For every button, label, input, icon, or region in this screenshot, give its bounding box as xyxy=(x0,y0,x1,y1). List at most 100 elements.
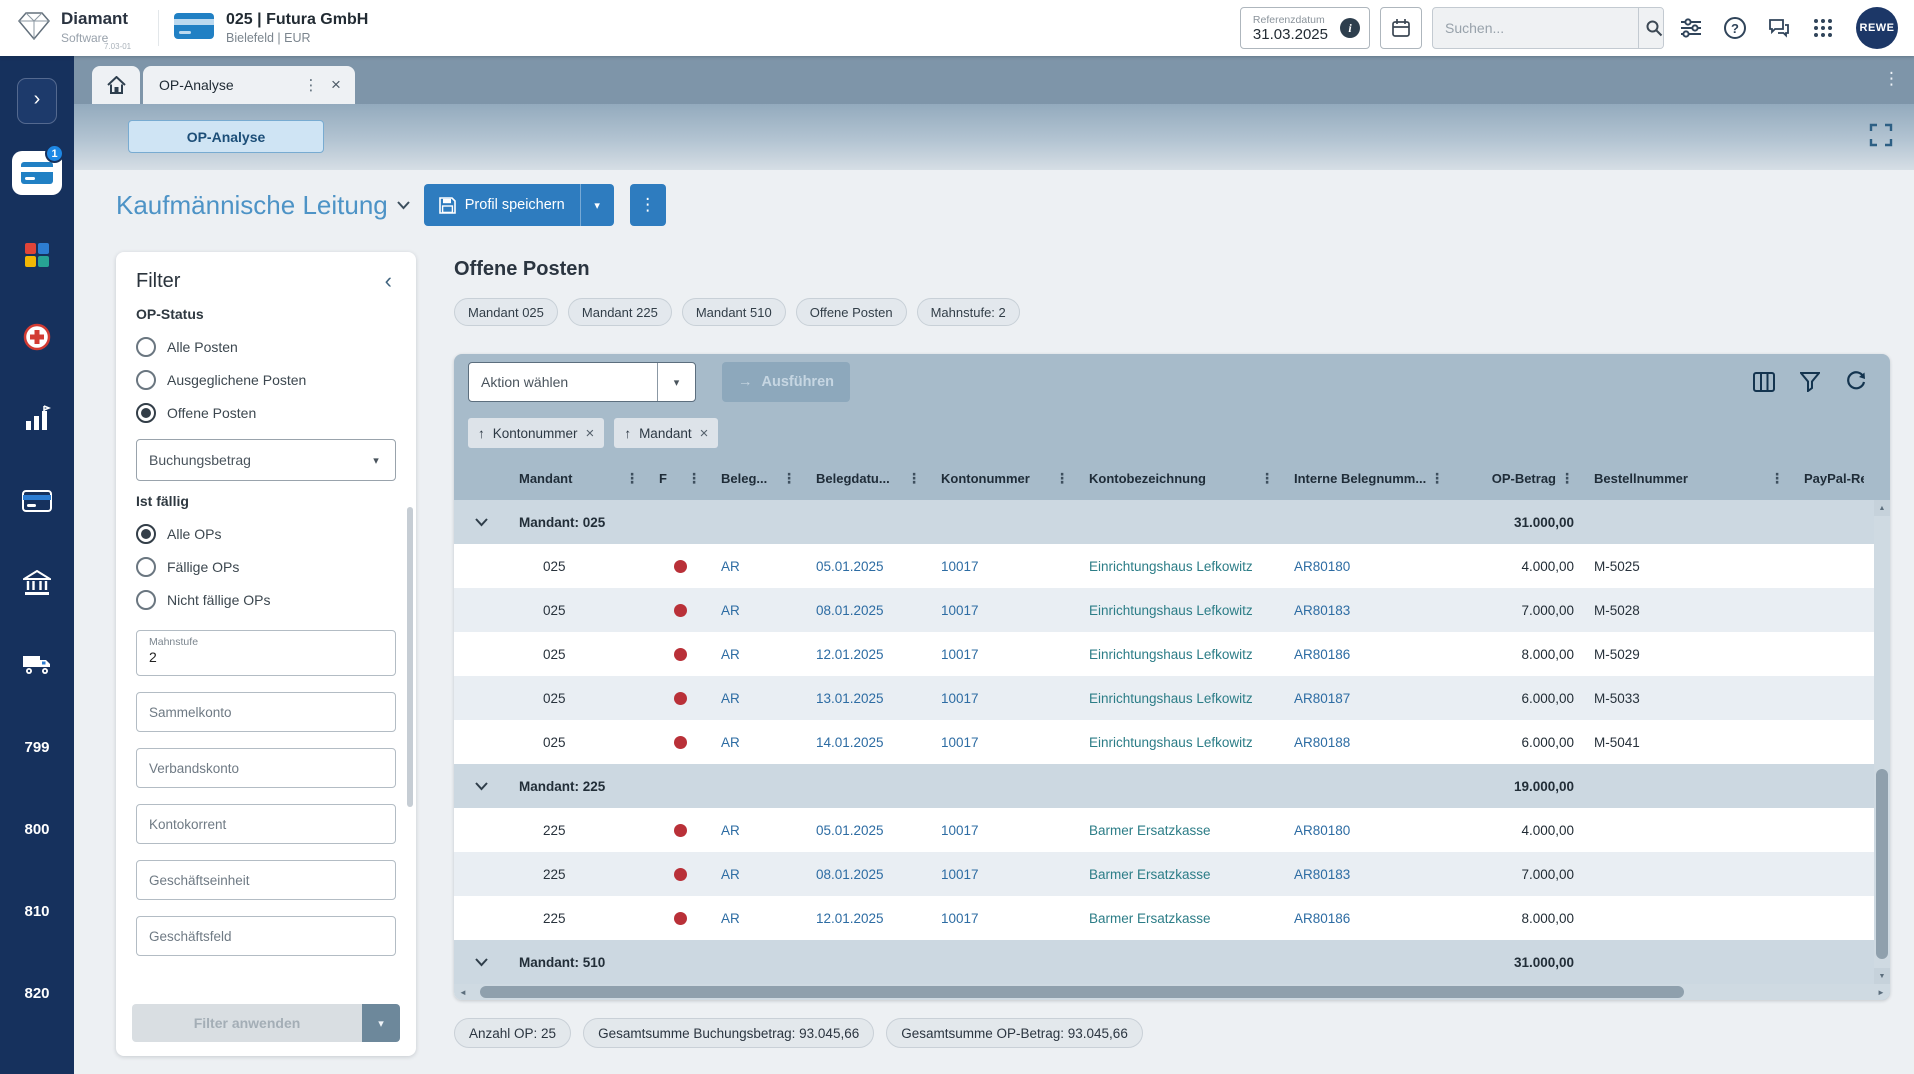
cell-belegdatum[interactable]: 08.01.2025 xyxy=(806,867,931,882)
vertical-scrollbar[interactable]: ▲ ▼ xyxy=(1874,500,1890,984)
execute-button[interactable]: → Ausführen xyxy=(722,362,850,402)
cell-kontonummer[interactable]: 10017 xyxy=(931,691,1079,706)
group-collapse-icon[interactable] xyxy=(454,517,509,527)
column-menu-icon[interactable]: ⋮ xyxy=(1560,470,1574,487)
filter-chip-offene-posten[interactable]: Offene Posten xyxy=(795,298,907,326)
remove-chip-icon[interactable]: × xyxy=(700,425,709,442)
table-row[interactable]: 025 AR 08.01.2025 10017 Einrichtungshaus Lef… xyxy=(454,588,1874,632)
filter-chip-mandant-025[interactable]: Mandant 025 xyxy=(454,298,558,326)
verbandskonto-input[interactable] xyxy=(136,748,396,788)
user-avatar[interactable]: REWE xyxy=(1856,7,1898,49)
action-select[interactable]: Aktion wählen ▾ xyxy=(468,362,696,402)
cell-kontobezeichnung[interactable]: Einrichtungshaus Lefkowitz xyxy=(1079,647,1284,662)
info-icon[interactable]: i xyxy=(1340,18,1360,38)
cell-interne[interactable]: AR80186 xyxy=(1284,911,1454,926)
column-menu-icon[interactable]: ⋮ xyxy=(1770,470,1784,487)
cell-interne[interactable]: AR80188 xyxy=(1284,735,1454,750)
column-header-paypal[interactable]: PayPal-Re... xyxy=(1794,456,1874,500)
group-collapse-icon[interactable] xyxy=(454,781,509,791)
column-menu-icon[interactable]: ⋮ xyxy=(1430,470,1444,487)
column-menu-icon[interactable]: ⋮ xyxy=(625,470,639,487)
mahnstufe-field[interactable]: Mahnstufe xyxy=(136,630,396,676)
vertical-scroll-track[interactable] xyxy=(1874,516,1890,968)
fullscreen-icon[interactable] xyxy=(1868,122,1894,148)
tab-close-icon[interactable]: × xyxy=(325,75,347,95)
filter-chip-mandant-510[interactable]: Mandant 510 xyxy=(681,298,786,326)
column-menu-icon[interactable]: ⋮ xyxy=(687,470,701,487)
horizontal-scroll-track[interactable] xyxy=(472,984,1872,1000)
cell-beleg[interactable]: AR xyxy=(711,735,806,750)
cell-kontobezeichnung[interactable]: Barmer Ersatzkasse xyxy=(1079,911,1284,926)
apps-grid-icon[interactable] xyxy=(1806,11,1840,45)
sidebar-item-820[interactable]: 820 xyxy=(0,952,74,1034)
sidebar-item-bank[interactable] xyxy=(0,542,74,624)
radio-alle-posten[interactable]: Alle Posten xyxy=(136,330,396,363)
table-row[interactable]: 025 AR 12.01.2025 10017 Einrichtungshaus Lef… xyxy=(454,632,1874,676)
cell-interne[interactable]: AR80183 xyxy=(1284,603,1454,618)
table-row[interactable]: 025 AR 14.01.2025 10017 Einrichtungshaus Lef… xyxy=(454,720,1874,764)
horizontal-scroll-thumb[interactable] xyxy=(480,986,1684,998)
tab-home[interactable] xyxy=(92,66,140,104)
cell-beleg[interactable]: AR xyxy=(711,603,806,618)
radio-faellige-ops[interactable]: Fällige OPs xyxy=(136,550,396,583)
sidebar-expand-button[interactable]: › xyxy=(17,78,57,124)
mahnstufe-input[interactable] xyxy=(149,649,383,665)
cell-kontonummer[interactable]: 10017 xyxy=(931,559,1079,574)
help-icon[interactable]: ? xyxy=(1718,11,1752,45)
sidebar-item-payments[interactable] xyxy=(0,460,74,542)
column-header-kontonummer[interactable]: Kontonummer ⋮ xyxy=(931,456,1079,500)
chat-icon[interactable] xyxy=(1762,11,1796,45)
cell-kontobezeichnung[interactable]: Einrichtungshaus Lefkowitz xyxy=(1079,559,1284,574)
geschaeftsfeld-input[interactable] xyxy=(136,916,396,956)
reference-date-field[interactable]: Referenzdatum 31.03.2025 i xyxy=(1239,7,1370,49)
cell-beleg[interactable]: AR xyxy=(711,911,806,926)
column-menu-icon[interactable]: ⋮ xyxy=(907,470,921,487)
profile-selector[interactable]: Kaufmännische Leitung xyxy=(116,190,410,221)
scroll-right-icon[interactable]: ► xyxy=(1872,988,1890,997)
search-input[interactable] xyxy=(1433,8,1638,48)
apply-filter-dropdown[interactable]: ▾ xyxy=(362,1004,400,1042)
column-menu-icon[interactable]: ⋮ xyxy=(1260,470,1274,487)
group-collapse-icon[interactable] xyxy=(454,957,509,967)
sort-chip-mandant[interactable]: ↑ Mandant × xyxy=(614,418,719,448)
cell-kontonummer[interactable]: 10017 xyxy=(931,735,1079,750)
cell-belegdatum[interactable]: 12.01.2025 xyxy=(806,911,931,926)
cell-kontonummer[interactable]: 10017 xyxy=(931,823,1079,838)
sort-chip-kontonummer[interactable]: ↑ Kontonummer × xyxy=(468,418,605,448)
radio-ausgeglichene-posten[interactable]: Ausgeglichene Posten xyxy=(136,363,396,396)
cell-kontonummer[interactable]: 10017 xyxy=(931,911,1079,926)
cell-interne[interactable]: AR80186 xyxy=(1284,647,1454,662)
cell-belegdatum[interactable]: 05.01.2025 xyxy=(806,559,931,574)
sidebar-item-op-management[interactable]: 1 xyxy=(0,132,74,214)
cell-beleg[interactable]: AR xyxy=(711,823,806,838)
filter-collapse-icon[interactable]: ‹ xyxy=(381,268,396,294)
column-header-f[interactable]: F ⋮ xyxy=(649,456,711,500)
filter-chip-mahnstufe[interactable]: Mahnstufe: 2 xyxy=(916,298,1020,326)
table-row[interactable]: 225 AR 08.01.2025 10017 Barmer Ersatzkasse AR… xyxy=(454,852,1874,896)
cell-kontonummer[interactable]: 10017 xyxy=(931,647,1079,662)
op-analyse-page-chip[interactable]: OP-Analyse xyxy=(128,120,324,153)
cell-belegdatum[interactable]: 14.01.2025 xyxy=(806,735,931,750)
sidebar-item-799[interactable]: 799 xyxy=(0,706,74,788)
sidebar-item-logistics[interactable] xyxy=(0,624,74,706)
sidebar-item-reports[interactable] xyxy=(0,378,74,460)
scroll-down-icon[interactable]: ▼ xyxy=(1874,968,1890,984)
tabstrip-menu-icon[interactable]: ⋮ xyxy=(1883,69,1900,89)
cell-kontonummer[interactable]: 10017 xyxy=(931,867,1079,882)
remove-chip-icon[interactable]: × xyxy=(586,425,595,442)
table-row[interactable]: 225 AR 12.01.2025 10017 Barmer Ersatzkasse AR… xyxy=(454,896,1874,940)
column-header-op_betrag[interactable]: OP-Betrag ⋮ xyxy=(1454,456,1584,500)
sidebar-item-health[interactable] xyxy=(0,296,74,378)
group-row[interactable]: Mandant: 025 31.000,00 xyxy=(454,500,1874,544)
cell-beleg[interactable]: AR xyxy=(711,691,806,706)
calendar-icon[interactable] xyxy=(1380,7,1422,49)
cell-kontobezeichnung[interactable]: Einrichtungshaus Lefkowitz xyxy=(1079,691,1284,706)
scroll-up-icon[interactable]: ▲ xyxy=(1874,500,1890,516)
geschaeftseinheit-input[interactable] xyxy=(136,860,396,900)
cell-belegdatum[interactable]: 13.01.2025 xyxy=(806,691,931,706)
column-header-beleg[interactable]: Beleg... ⋮ xyxy=(711,456,806,500)
buchungsbetrag-select[interactable]: Buchungsbetrag ▾ xyxy=(136,439,396,481)
company-selector[interactable]: 025 | Futura GmbH Bielefeld | EUR xyxy=(173,10,368,47)
cell-kontonummer[interactable]: 10017 xyxy=(931,603,1079,618)
cell-kontobezeichnung[interactable]: Einrichtungshaus Lefkowitz xyxy=(1079,603,1284,618)
